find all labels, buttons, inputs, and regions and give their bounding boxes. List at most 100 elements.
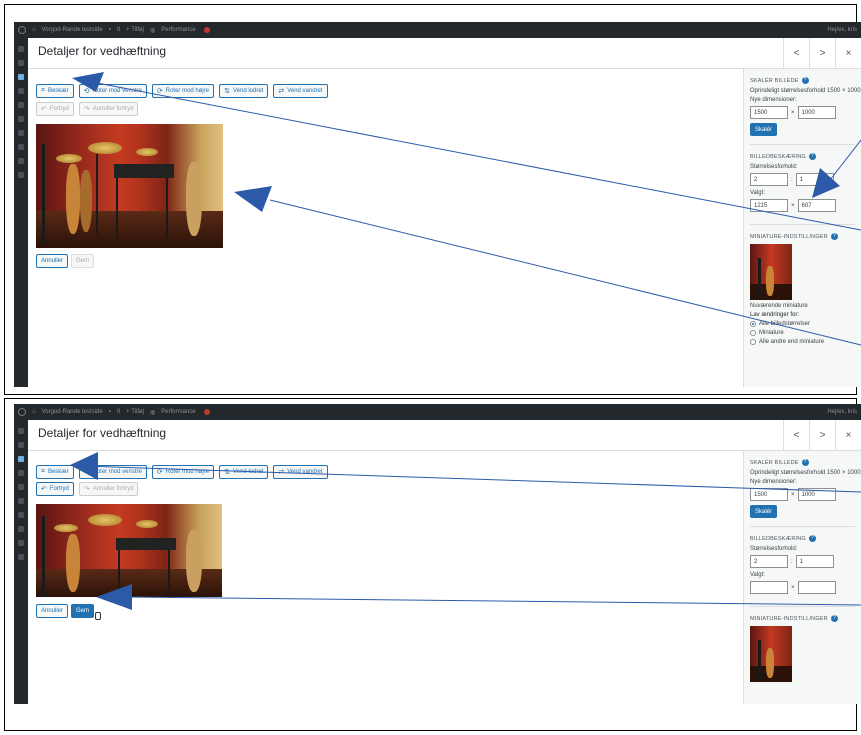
menu-users-icon[interactable]: [18, 526, 24, 532]
menu-settings-icon[interactable]: [18, 172, 24, 178]
scale-button[interactable]: Skalér: [750, 505, 778, 518]
rotate-left-button[interactable]: ⟲ Roter mod venstre: [78, 84, 147, 98]
cropped-image[interactable]: [36, 504, 222, 597]
crop-button[interactable]: ⌗ Beskær: [36, 84, 74, 98]
aspect-width-input[interactable]: 2: [750, 555, 788, 568]
crop-button[interactable]: ⌗ Beskær: [36, 465, 74, 479]
close-button[interactable]: ×: [835, 38, 861, 68]
cancel-button[interactable]: Annuller: [36, 254, 69, 268]
menu-appearance-icon[interactable]: [18, 116, 24, 122]
menu-dashboard-icon[interactable]: [18, 46, 24, 52]
original-size: Oprindeligt størrelsesforhold 1500 × 100…: [750, 470, 861, 476]
radio-thumbnail[interactable]: Miniature: [750, 330, 855, 336]
help-icon[interactable]: ?: [801, 459, 809, 466]
menu-posts-icon[interactable]: [18, 60, 24, 66]
undo-button[interactable]: ↶ Fortryd: [36, 482, 74, 496]
site-name-link[interactable]: Vorgod-Rande testside: [42, 409, 103, 415]
aspect-width-input[interactable]: 2: [750, 173, 788, 186]
save-button[interactable]: Gem: [71, 254, 95, 268]
next-button[interactable]: >: [809, 38, 835, 68]
help-icon[interactable]: ?: [808, 153, 816, 160]
cancel-button[interactable]: Annuller: [36, 604, 69, 618]
redo-label: Annuller fortryd: [92, 486, 134, 492]
edit-image[interactable]: [36, 124, 223, 248]
menu-users-icon[interactable]: [18, 144, 24, 150]
menu-plugins-icon[interactable]: [18, 512, 24, 518]
scale-height-input[interactable]: 1000: [797, 106, 836, 119]
menu-appearance-icon[interactable]: [18, 498, 24, 504]
selection-height-input[interactable]: [797, 581, 836, 594]
menu-comments-icon[interactable]: [18, 102, 24, 108]
crop-section: BILLEDBESKÆRING? Størrelsesforhold: 2 : …: [750, 153, 855, 225]
aspect-height-input[interactable]: 1: [795, 555, 834, 568]
menu-media-icon[interactable]: [18, 74, 24, 80]
rotate-right-button[interactable]: ⟳ Roter mod højre: [151, 465, 215, 479]
help-icon[interactable]: ?: [808, 535, 816, 542]
thumbnail-section: MINIATURE-INDSTILLINGER?: [750, 615, 855, 682]
new-link[interactable]: + Tilføj: [126, 27, 144, 33]
scale-width-input[interactable]: 1500: [750, 488, 788, 501]
radio-others[interactable]: Alle andre end miniature: [750, 339, 855, 345]
new-link[interactable]: + Tilføj: [126, 409, 144, 415]
menu-settings-icon[interactable]: [18, 554, 24, 560]
rotate-left-label: Roter mod venstre: [92, 469, 142, 475]
rotate-right-button[interactable]: ⟳ Roter mod højre: [151, 84, 215, 98]
radio-all-sizes[interactable]: Alle billedstørrelser: [750, 321, 855, 327]
menu-posts-icon[interactable]: [18, 442, 24, 448]
flip-vertical-button[interactable]: ⇅ Vend lodret: [219, 84, 269, 98]
site-name-link[interactable]: Vorgod-Rande testside: [42, 27, 103, 33]
new-dimensions-label: Nye dimensioner:: [750, 97, 797, 103]
flip-horizontal-button[interactable]: ⇄ Vend vandret: [273, 84, 328, 98]
comments-icon[interactable]: ▪: [109, 27, 111, 33]
history-toolbar: ↶ Fortryd ↷ Annuller fortryd: [36, 102, 139, 116]
close-button[interactable]: ×: [835, 420, 861, 450]
save-button[interactable]: Gem: [71, 604, 95, 618]
prev-button[interactable]: <: [783, 38, 809, 68]
menu-pages-icon[interactable]: [18, 470, 24, 476]
redo-button[interactable]: ↷ Annuller fortryd: [78, 482, 139, 496]
selection-width-input[interactable]: 1215: [750, 199, 788, 212]
performance-link[interactable]: Performance: [161, 409, 195, 415]
aspect-height-input[interactable]: 1: [795, 173, 834, 186]
crop-heading: BILLEDBESKÆRING: [750, 153, 806, 160]
home-icon: ⌂: [32, 27, 36, 33]
scale-heading: SKALÉR BILLEDE: [750, 77, 799, 84]
aspect-label: Størrelsesforhold:: [750, 546, 798, 552]
help-icon[interactable]: ?: [830, 615, 838, 622]
undo-button[interactable]: ↶ Fortryd: [36, 102, 74, 116]
flip-vertical-button[interactable]: ⇅ Vend lodret: [219, 465, 269, 479]
scale-width-input[interactable]: 1500: [750, 106, 788, 119]
scale-heading: SKALÉR BILLEDE: [750, 459, 799, 466]
modal-nav: < > ×: [783, 38, 861, 68]
selection-width-input[interactable]: [750, 581, 788, 594]
flip-horizontal-icon: ⇄: [278, 88, 285, 95]
image-edit-toolbar: ⌗ Beskær ⟲ Roter mod venstre ⟳ Roter mod hø…: [36, 465, 328, 479]
wordpress-logo-icon[interactable]: [18, 26, 26, 34]
prev-button[interactable]: <: [783, 420, 809, 450]
flip-vertical-icon: ⇅: [224, 88, 230, 95]
redo-button[interactable]: ↷ Annuller fortryd: [78, 102, 139, 116]
performance-link[interactable]: Performance: [161, 27, 195, 33]
selection-height-input[interactable]: 607: [797, 199, 836, 212]
menu-tools-icon[interactable]: [18, 540, 24, 546]
menu-media-icon[interactable]: [18, 456, 24, 462]
menu-plugins-icon[interactable]: [18, 130, 24, 136]
howdy-user[interactable]: Hej/ex, kris: [827, 409, 857, 415]
modal-nav: < > ×: [783, 420, 861, 450]
howdy-user[interactable]: Hej/ex, kris: [827, 27, 857, 33]
scale-button[interactable]: Skalér: [750, 123, 778, 136]
menu-tools-icon[interactable]: [18, 158, 24, 164]
help-icon[interactable]: ?: [830, 233, 838, 240]
top-screenshot: ⌂ Vorgod-Rande testside ▪ 0 + Tilføj ◍ P…: [14, 22, 861, 387]
menu-comments-icon[interactable]: [18, 484, 24, 490]
menu-dashboard-icon[interactable]: [18, 428, 24, 434]
rotate-left-button[interactable]: ⟲ Roter mod venstre: [78, 465, 147, 479]
wordpress-logo-icon[interactable]: [18, 408, 26, 416]
next-button[interactable]: >: [809, 420, 835, 450]
menu-pages-icon[interactable]: [18, 88, 24, 94]
comments-icon[interactable]: ▪: [109, 409, 111, 415]
help-icon[interactable]: ?: [801, 77, 809, 84]
flip-horizontal-button[interactable]: ⇄ Vend vandret: [273, 465, 328, 479]
history-toolbar: ↶ Fortryd ↷ Annuller fortryd: [36, 482, 139, 496]
scale-height-input[interactable]: 1000: [797, 488, 836, 501]
